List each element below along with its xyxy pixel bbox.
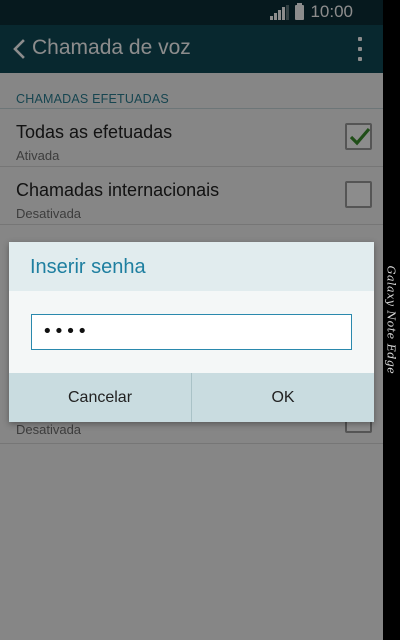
dialog-title: Inserir senha xyxy=(30,256,146,278)
dialog-buttons: Cancelar OK xyxy=(9,373,374,422)
password-dialog: Inserir senha •••• Cancelar OK xyxy=(9,242,374,422)
edge-label: Galaxy Note Edge xyxy=(384,265,398,375)
dialog-header: Inserir senha xyxy=(9,242,374,291)
ok-button[interactable]: OK xyxy=(191,373,374,422)
cancel-button[interactable]: Cancelar xyxy=(9,373,191,422)
settings-screen: 10:00 Chamada de voz CHAMADAS EFETUADAS … xyxy=(0,0,383,640)
dialog-body: •••• xyxy=(9,291,374,373)
password-input[interactable]: •••• xyxy=(31,314,352,350)
